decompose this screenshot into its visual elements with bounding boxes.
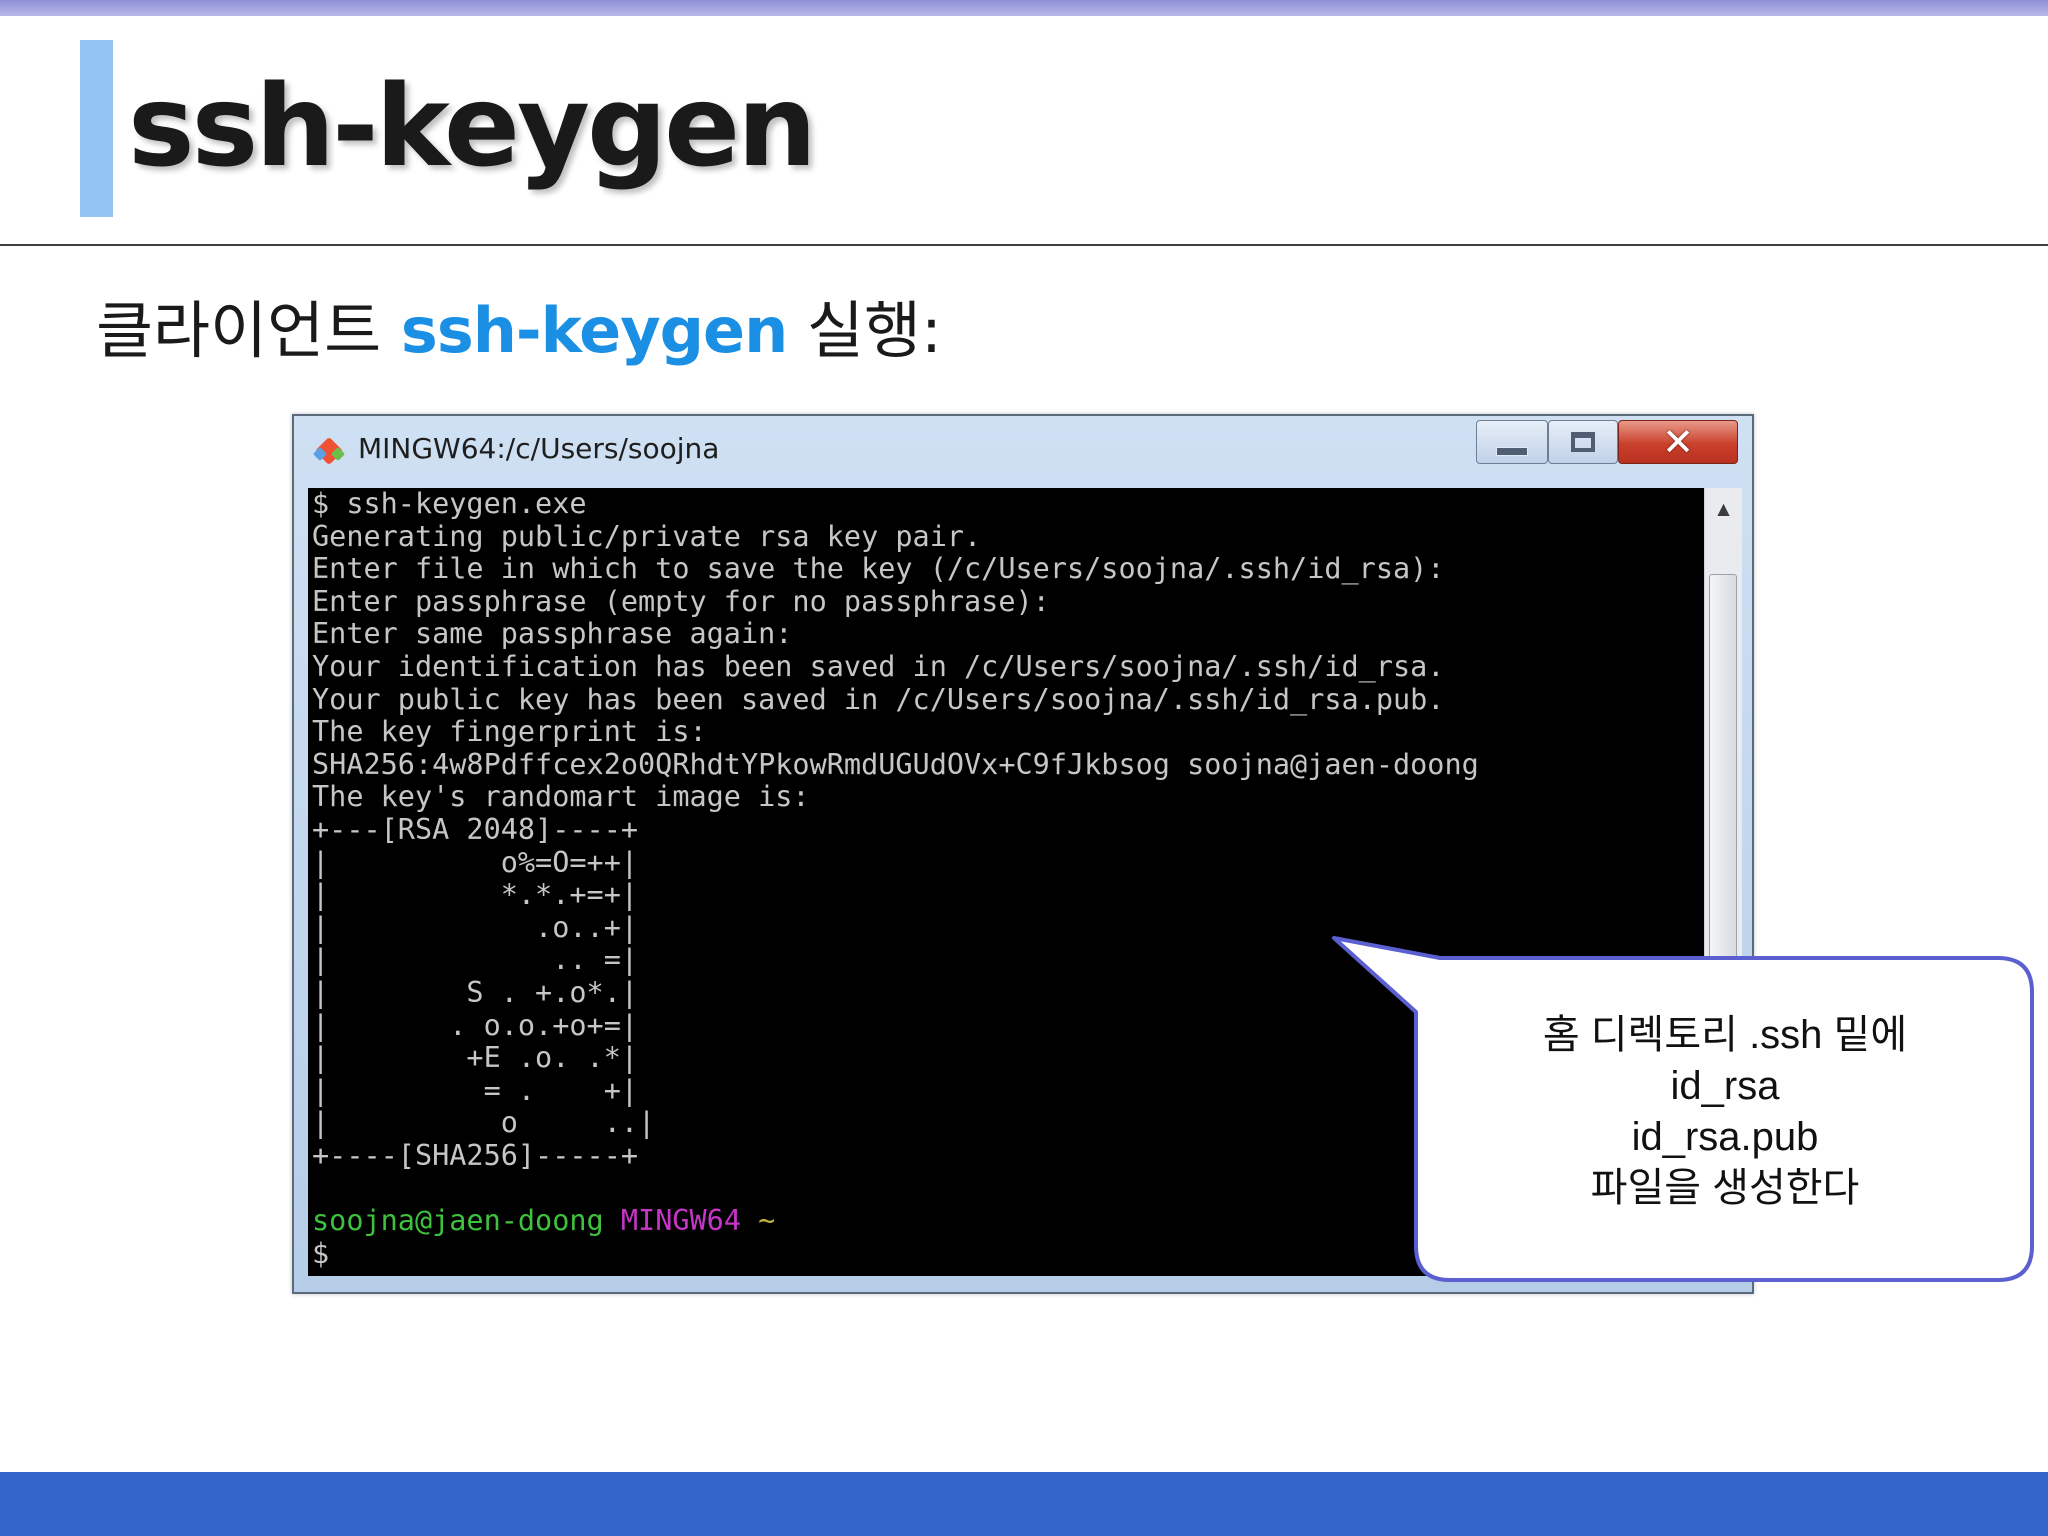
terminal-line: | +E .o. .*| <box>312 1041 639 1075</box>
terminal-line: | = . +| <box>312 1073 639 1107</box>
prompt-user: soojna@jaen-doong <box>312 1204 604 1238</box>
callout-line: 파일을 생성한다 <box>1590 1166 1860 1210</box>
slide-title: ssh-keygen <box>128 62 817 192</box>
title-divider <box>0 244 2048 246</box>
chevron-up-icon[interactable]: ▲ <box>1705 488 1742 528</box>
close-icon: ✕ <box>1662 420 1694 464</box>
terminal-line: | o ..| <box>312 1106 656 1140</box>
terminal-line: Enter passphrase (empty for no passphras… <box>312 584 1050 618</box>
terminal-line: Enter same passphrase again: <box>312 617 793 651</box>
subtitle-command: ssh-keygen <box>400 294 788 367</box>
terminal-lines: $ ssh-keygen.exe Generating public/priva… <box>312 488 1479 1172</box>
terminal-line: +---[RSA 2048]----+ <box>312 812 639 846</box>
terminal-line: SHA256:4w8Pdffcex2o0QRhdtYPkowRmdUGUdOVx… <box>312 747 1479 781</box>
prompt-path: ~ <box>758 1204 776 1238</box>
maximize-button[interactable] <box>1548 420 1618 464</box>
callout-line: 홈 디렉토리 .ssh 밑에 <box>1542 1013 1908 1057</box>
callout-text: 홈 디렉토리 .ssh 밑에 id_rsa id_rsa.pub 파일을 생성한… <box>1420 1010 2030 1214</box>
bottom-accent-bar <box>0 1472 2048 1536</box>
minimize-button[interactable] <box>1476 420 1548 464</box>
terminal-line: | o%=O=++| <box>312 845 639 879</box>
terminal-line: $ ssh-keygen.exe <box>312 488 587 520</box>
terminal-line: +----[SHA256]-----+ <box>312 1138 639 1172</box>
terminal-line: | S . +.o*.| <box>312 975 639 1009</box>
subtitle-suffix: 실행: <box>806 294 942 367</box>
title-accent-bar <box>80 40 113 217</box>
prompt-shell: MINGW64 <box>620 1204 741 1238</box>
terminal-line: | .. =| <box>312 943 639 977</box>
git-icon <box>313 438 345 464</box>
terminal-line: Generating public/private rsa key pair. <box>312 519 982 553</box>
terminal-line: The key fingerprint is: <box>312 715 707 749</box>
grip-icon <box>1717 977 1729 991</box>
window-titlebar[interactable]: MINGW64:/c/Users/soojna ✕ <box>294 416 1752 486</box>
prompt-symbol: $ <box>312 1236 330 1270</box>
minimize-icon <box>1496 446 1528 456</box>
top-accent-bar <box>0 0 2048 16</box>
slide-subtitle: 클라이언트 ssh-keygen 실행: <box>96 280 942 370</box>
terminal-line: | .o..+| <box>312 910 639 944</box>
close-button[interactable]: ✕ <box>1618 420 1738 464</box>
callout-line: id_rsa.pub <box>1631 1115 1819 1159</box>
maximize-icon <box>1571 432 1595 452</box>
terminal-line: The key's randomart image is: <box>312 780 810 814</box>
terminal-line: Your identification has been saved in /c… <box>312 649 1445 683</box>
window-title: MINGW64:/c/Users/soojna <box>358 432 720 465</box>
terminal-line: | *.*.+=+| <box>312 878 639 912</box>
subtitle-prefix: 클라이언트 <box>96 294 382 367</box>
terminal-line: Your public key has been saved in /c/Use… <box>312 682 1445 716</box>
terminal-line: Enter file in which to save the key (/c/… <box>312 552 1445 586</box>
callout-line: id_rsa <box>1670 1064 1780 1108</box>
terminal-line: | . o.o.+o+=| <box>312 1008 639 1042</box>
